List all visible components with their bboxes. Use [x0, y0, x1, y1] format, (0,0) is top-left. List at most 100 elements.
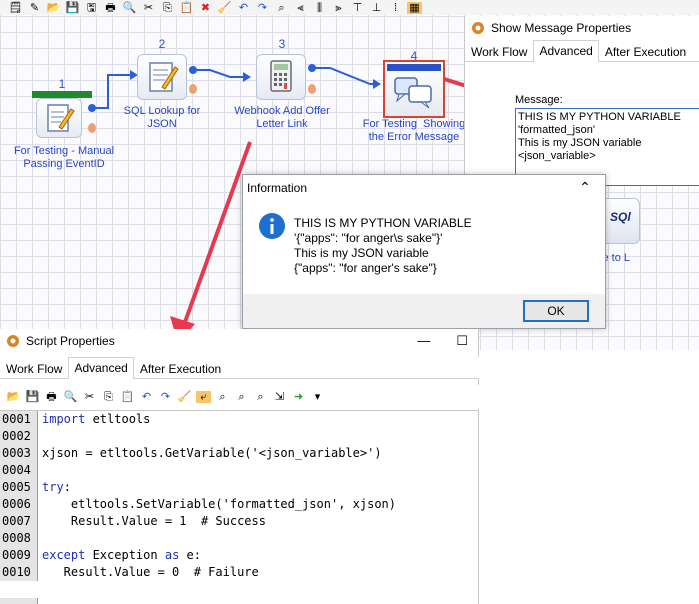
node-3-error-port[interactable] — [308, 84, 316, 94]
background-area — [479, 350, 699, 604]
node-4-label: For Testing Showing the Error Message — [362, 118, 466, 143]
information-dialog: Information ⌃ THIS IS MY PYTHON VARIABLE… — [242, 174, 606, 329]
node-3-number: 3 — [278, 37, 286, 51]
code-text: except Exception as e: — [42, 548, 201, 562]
code-line[interactable]: 0001 import etltools — [0, 411, 479, 428]
app-gear-icon — [472, 22, 484, 34]
code-text: xjson = etltools.GetVariable('<json_vari… — [42, 446, 382, 460]
print-preview-icon[interactable]: 🔍 — [63, 391, 78, 403]
node-2[interactable] — [137, 54, 187, 100]
node-2-error-port[interactable] — [189, 84, 197, 94]
tab-work-flow[interactable]: Work Flow — [0, 358, 68, 378]
ok-button[interactable]: OK — [523, 300, 589, 322]
tab-after-execution[interactable]: After Execution — [599, 41, 692, 61]
window-controls: — ☐ — [417, 333, 468, 349]
info-line: THIS IS MY PYTHON VARIABLE — [294, 216, 472, 230]
code-line[interactable]: 0006 etltools.SetVariable('formatted_jso… — [0, 496, 479, 513]
redo-icon[interactable]: ↷ — [158, 391, 173, 403]
node-1-error-port[interactable] — [88, 123, 96, 133]
tab-advanced[interactable]: Advanced — [533, 40, 599, 62]
find-next-icon[interactable]: ⌕ — [234, 391, 249, 403]
connector-3-4-arrowhead — [373, 79, 381, 89]
copy-icon[interactable]: ⎘ — [101, 391, 116, 403]
code-line[interactable]: 0002 — [0, 428, 479, 445]
line-number: 0005 — [0, 479, 38, 496]
message-bubble-icon — [394, 77, 432, 109]
script-properties-window: Script Properties — ☐ Work Flow Advanced… — [0, 329, 479, 604]
node-2-number: 2 — [158, 37, 166, 51]
paste-icon[interactable]: 📋 — [120, 391, 135, 403]
node-3-output-port[interactable] — [308, 64, 316, 72]
line-number: 0006 — [0, 496, 38, 513]
cut-icon[interactable]: ✂ — [82, 391, 97, 403]
line-number: 0009 — [0, 547, 38, 564]
minimize-button[interactable]: — — [417, 333, 430, 349]
tab-advanced[interactable]: Advanced — [68, 357, 134, 379]
sql-node-icon-text: SQl — [610, 210, 631, 224]
code-line[interactable]: 0004 — [0, 462, 479, 479]
code-line[interactable]: 0007 Result.Value = 1 # Success — [0, 513, 479, 530]
app-gear-icon — [7, 335, 19, 347]
code-text: Result.Value = 1 # Success — [42, 514, 266, 528]
tab-after-execution[interactable]: After Execution — [134, 358, 227, 378]
code-line[interactable]: 0008 — [0, 530, 479, 547]
info-icon — [259, 213, 285, 239]
line-number: 0002 — [0, 428, 38, 445]
line-number: 0010 — [0, 564, 38, 581]
node-1-status-bar — [32, 91, 92, 98]
tab-work-flow[interactable]: Work Flow — [465, 41, 533, 61]
node-1-output-port[interactable] — [88, 104, 96, 112]
line-number-gutter — [0, 598, 38, 604]
connector-2-3 — [191, 69, 245, 78]
line-number: 0001 — [0, 411, 38, 428]
message-label: Message: — [515, 94, 563, 106]
undo-icon[interactable]: ↶ — [139, 391, 154, 403]
line-number: 0004 — [0, 462, 38, 479]
code-text: Result.Value = 0 # Failure — [42, 565, 259, 579]
clear-icon[interactable]: 🧹 — [177, 391, 192, 403]
information-close-button[interactable]: ⌃ — [577, 179, 593, 195]
node-2-output-port[interactable] — [189, 66, 197, 74]
script-window-title: Script Properties — [26, 334, 115, 348]
find-icon[interactable]: ⌕ — [215, 391, 230, 403]
save-icon[interactable]: 💾 — [25, 391, 40, 403]
annotation-arrow-to-script — [183, 141, 252, 323]
code-line[interactable]: 0010 Result.Value = 0 # Failure — [0, 564, 479, 581]
message-window-title: Show Message Properties — [491, 21, 632, 35]
maximize-button[interactable]: ☐ — [456, 333, 468, 349]
code-line[interactable]: 0003 xjson = etltools.GetVariable('<json_… — [0, 445, 479, 462]
code-editor[interactable]: 0001 import etltools 0002 0003 xjson = etlto… — [0, 410, 479, 604]
script-window-titlebar: Script Properties — [0, 329, 478, 353]
open-folder-icon[interactable]: 📂 — [6, 391, 21, 403]
script-window-tabs: Work Flow Advanced After Execution — [0, 357, 479, 379]
line-number: 0007 — [0, 513, 38, 530]
word-wrap-icon[interactable]: ⤶ — [196, 391, 211, 403]
calculator-icon — [270, 60, 292, 92]
connector-1-2 — [92, 74, 130, 109]
node-4[interactable] — [383, 60, 445, 118]
code-text: etltools.SetVariable('formatted_json', x… — [42, 497, 397, 511]
node-1-number: 1 — [58, 77, 66, 91]
information-footer: OK — [243, 294, 605, 328]
replace-icon[interactable]: ⌕ — [253, 391, 268, 403]
info-line: {"apps": "for anger's sake"} — [294, 261, 437, 275]
node-1-label: For Testing - Manual Passing EventID — [13, 145, 115, 170]
node-3[interactable] — [256, 54, 306, 100]
print-icon[interactable]: 🖶 — [44, 391, 59, 403]
node-3-label: Webhook Add Offer Letter Link — [234, 105, 330, 130]
run-script-icon[interactable]: ➜ — [291, 391, 306, 403]
code-text: try: — [42, 480, 71, 494]
node-2-label: SQL Lookup for JSON — [123, 105, 201, 130]
message-window-titlebar: Show Message Properties — [465, 16, 699, 40]
goto-line-icon[interactable]: ⇲ — [272, 391, 287, 403]
information-message: THIS IS MY PYTHON VARIABLE '{"apps": "fo… — [294, 216, 472, 276]
dropdown-arrow-icon[interactable]: ▾ — [310, 391, 325, 403]
node-1[interactable] — [36, 98, 82, 138]
info-line: '{"apps": "for anger\s sake"}' — [294, 231, 443, 245]
info-line: This is my JSON variable — [294, 246, 429, 260]
code-line[interactable]: 0009 except Exception as e: — [0, 547, 479, 564]
code-line[interactable]: 0005 try: — [0, 479, 479, 496]
